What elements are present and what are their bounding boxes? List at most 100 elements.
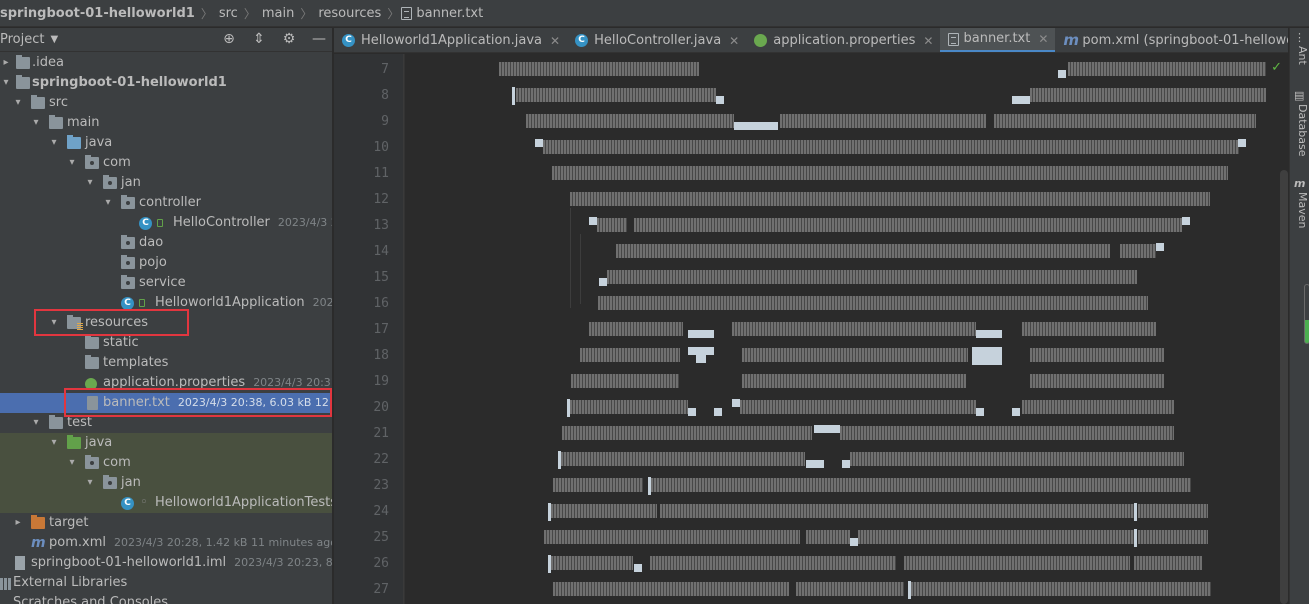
text-line [334, 501, 1280, 521]
chevron-down-icon[interactable]: ▾ [84, 473, 96, 493]
database-icon[interactable]: ▤ [1294, 90, 1305, 101]
chevron-right-icon: 〉 [300, 6, 313, 21]
chevron-right-icon[interactable]: ▸ [12, 513, 24, 533]
package-icon [121, 195, 135, 209]
tree-label: main [67, 115, 100, 130]
dot-icon: ◦ [140, 495, 148, 510]
vertical-scrollbar[interactable] [1280, 170, 1288, 604]
folder-icon [85, 335, 99, 349]
breadcrumb-src[interactable]: src [215, 6, 242, 21]
maven-icon: m [31, 535, 46, 551]
chevron-right-icon[interactable]: ▸ [0, 53, 12, 73]
tree-label: jan [121, 175, 141, 190]
tree-item-dao[interactable]: dao [0, 233, 332, 253]
tool-window-database[interactable]: Database [1291, 104, 1309, 157]
tree-label: com [103, 155, 131, 170]
tree-item-external-libraries[interactable]: External Libraries [0, 573, 332, 593]
gear-icon[interactable]: ⚙ [280, 30, 298, 48]
ant-icon[interactable]: ⋮ [1294, 32, 1305, 43]
tab-label: pom.xml (springboot-01-helloworld1) [1082, 32, 1288, 48]
editor-area[interactable]: 7 8 9 10 11 12 13 14 15 16 17 18 19 20 2… [334, 54, 1288, 604]
tree-item-jan[interactable]: ▾ jan [0, 173, 332, 193]
chevron-down-icon[interactable]: ▾ [66, 153, 78, 173]
test-class-icon: C [121, 497, 134, 510]
chevron-down-icon[interactable]: ▾ [84, 173, 96, 193]
tab-banner-txt[interactable]: banner.txt ✕ [940, 28, 1056, 52]
tree-item-test-com[interactable]: ▾ com [0, 453, 332, 473]
breadcrumb-resources[interactable]: resources [314, 6, 385, 21]
close-icon[interactable]: ✕ [1038, 28, 1048, 51]
tree-item-target[interactable]: ▸ target [0, 513, 332, 533]
chevron-down-icon[interactable]: ▼ [50, 34, 58, 45]
breadcrumb-main[interactable]: main [258, 6, 298, 21]
tree-item-pojo[interactable]: pojo [0, 253, 332, 273]
tab-pom-xml[interactable]: m pom.xml (springboot-01-helloworld1) ✕ [1055, 28, 1288, 52]
tree-item-com[interactable]: ▾ com [0, 153, 332, 173]
chevron-down-icon[interactable]: ▾ [12, 93, 24, 113]
chevron-down-icon[interactable]: ▾ [48, 133, 60, 153]
chevron-right-icon: 〉 [243, 6, 256, 21]
chevron-down-icon[interactable]: ▾ [0, 73, 12, 93]
tool-window-maven[interactable]: Maven [1291, 192, 1309, 228]
tab-hellocontroller[interactable]: C HelloController.java ✕ [567, 28, 746, 53]
tree-item-src[interactable]: ▾ src [0, 93, 332, 113]
tree-item-controller[interactable]: ▾ controller [0, 193, 332, 213]
tab-helloworld1application[interactable]: C Helloworld1Application.java ✕ [334, 28, 567, 53]
collapse-all-icon[interactable]: ⇕ [250, 30, 268, 48]
tree-item-service[interactable]: service [0, 273, 332, 293]
highlight-box [64, 388, 332, 417]
tree-item-iml[interactable]: springboot-01-helloworld1.iml 2023/4/3 20… [0, 553, 332, 573]
tree-item-pom-xml[interactable]: m pom.xml 2023/4/3 20:28, 1.42 kB 11 minu… [0, 533, 332, 553]
chevron-down-icon[interactable]: ▾ [30, 413, 42, 433]
chevron-down-icon[interactable]: ▾ [102, 193, 114, 213]
folder-icon [16, 55, 30, 69]
minimize-icon[interactable]: — [310, 30, 328, 48]
tree-label: pom.xml 2023/4/3 20:28, 1.42 kB 11 minute… [49, 533, 332, 553]
lock-icon [157, 219, 163, 227]
text-line [334, 397, 1280, 417]
maven-icon[interactable]: m [1294, 178, 1305, 189]
tab-label: banner.txt [963, 31, 1031, 46]
tree-item-hellocontroller[interactable]: C HelloController2023/4/3 20: [0, 213, 332, 233]
file-meta: 2023/4 [312, 296, 333, 309]
breadcrumb-file[interactable]: banner.txt [416, 6, 487, 21]
indent-guide [580, 234, 581, 304]
close-icon[interactable]: ✕ [550, 29, 560, 53]
tree-item-static[interactable]: static [0, 333, 332, 353]
tree-label: templates [103, 355, 169, 370]
tree-item-test-jan[interactable]: ▾ jan [0, 473, 332, 493]
text-file-icon [401, 6, 413, 20]
tree-label: target [49, 515, 89, 530]
chevron-down-icon[interactable]: ▾ [30, 113, 42, 133]
close-icon[interactable]: ✕ [729, 29, 739, 53]
tree-item-idea[interactable]: ▸ .idea [0, 53, 332, 73]
project-view-selector[interactable]: Project [0, 32, 44, 47]
breadcrumb-project[interactable]: springboot-01-helloworld1 [0, 6, 199, 21]
tree-item-templates[interactable]: templates [0, 353, 332, 373]
tree-item-helloworld1applicationtests[interactable]: C ◦ Helloworld1ApplicationTests2 [0, 493, 332, 513]
text-line [334, 423, 1280, 441]
tree-item-java[interactable]: ▾ java [0, 133, 332, 153]
chevron-down-icon[interactable]: ▾ [66, 453, 78, 473]
editor-tabs: C Helloworld1Application.java ✕ C HelloC… [334, 28, 1288, 53]
chevron-down-icon[interactable]: ▾ [48, 433, 60, 453]
maven-icon: m [1063, 31, 1080, 49]
tree-item-project-root[interactable]: ▾ springboot-01-helloworld1 [0, 73, 332, 93]
module-folder-icon [16, 75, 30, 89]
tree-label: com [103, 455, 131, 470]
tree-item-scratches[interactable]: Scratches and Consoles [0, 593, 332, 604]
tree-label: pojo [139, 255, 167, 270]
highlight-box [34, 309, 189, 336]
folder-icon [49, 115, 63, 129]
close-icon[interactable]: ✕ [923, 29, 933, 53]
tree-label: java [85, 135, 113, 150]
tab-application-properties[interactable]: application.properties ✕ [746, 28, 940, 53]
text-line [334, 85, 1280, 105]
target-icon[interactable]: ⊕ [220, 30, 238, 48]
tool-window-ant[interactable]: Ant [1291, 46, 1309, 65]
text-line [334, 111, 1280, 130]
tree-item-test-java[interactable]: ▾ java [0, 433, 332, 453]
tree-label: springboot-01-helloworld1 [32, 75, 227, 90]
tree-label: Scratches and Consoles [13, 595, 169, 604]
tree-item-main[interactable]: ▾ main [0, 113, 332, 133]
